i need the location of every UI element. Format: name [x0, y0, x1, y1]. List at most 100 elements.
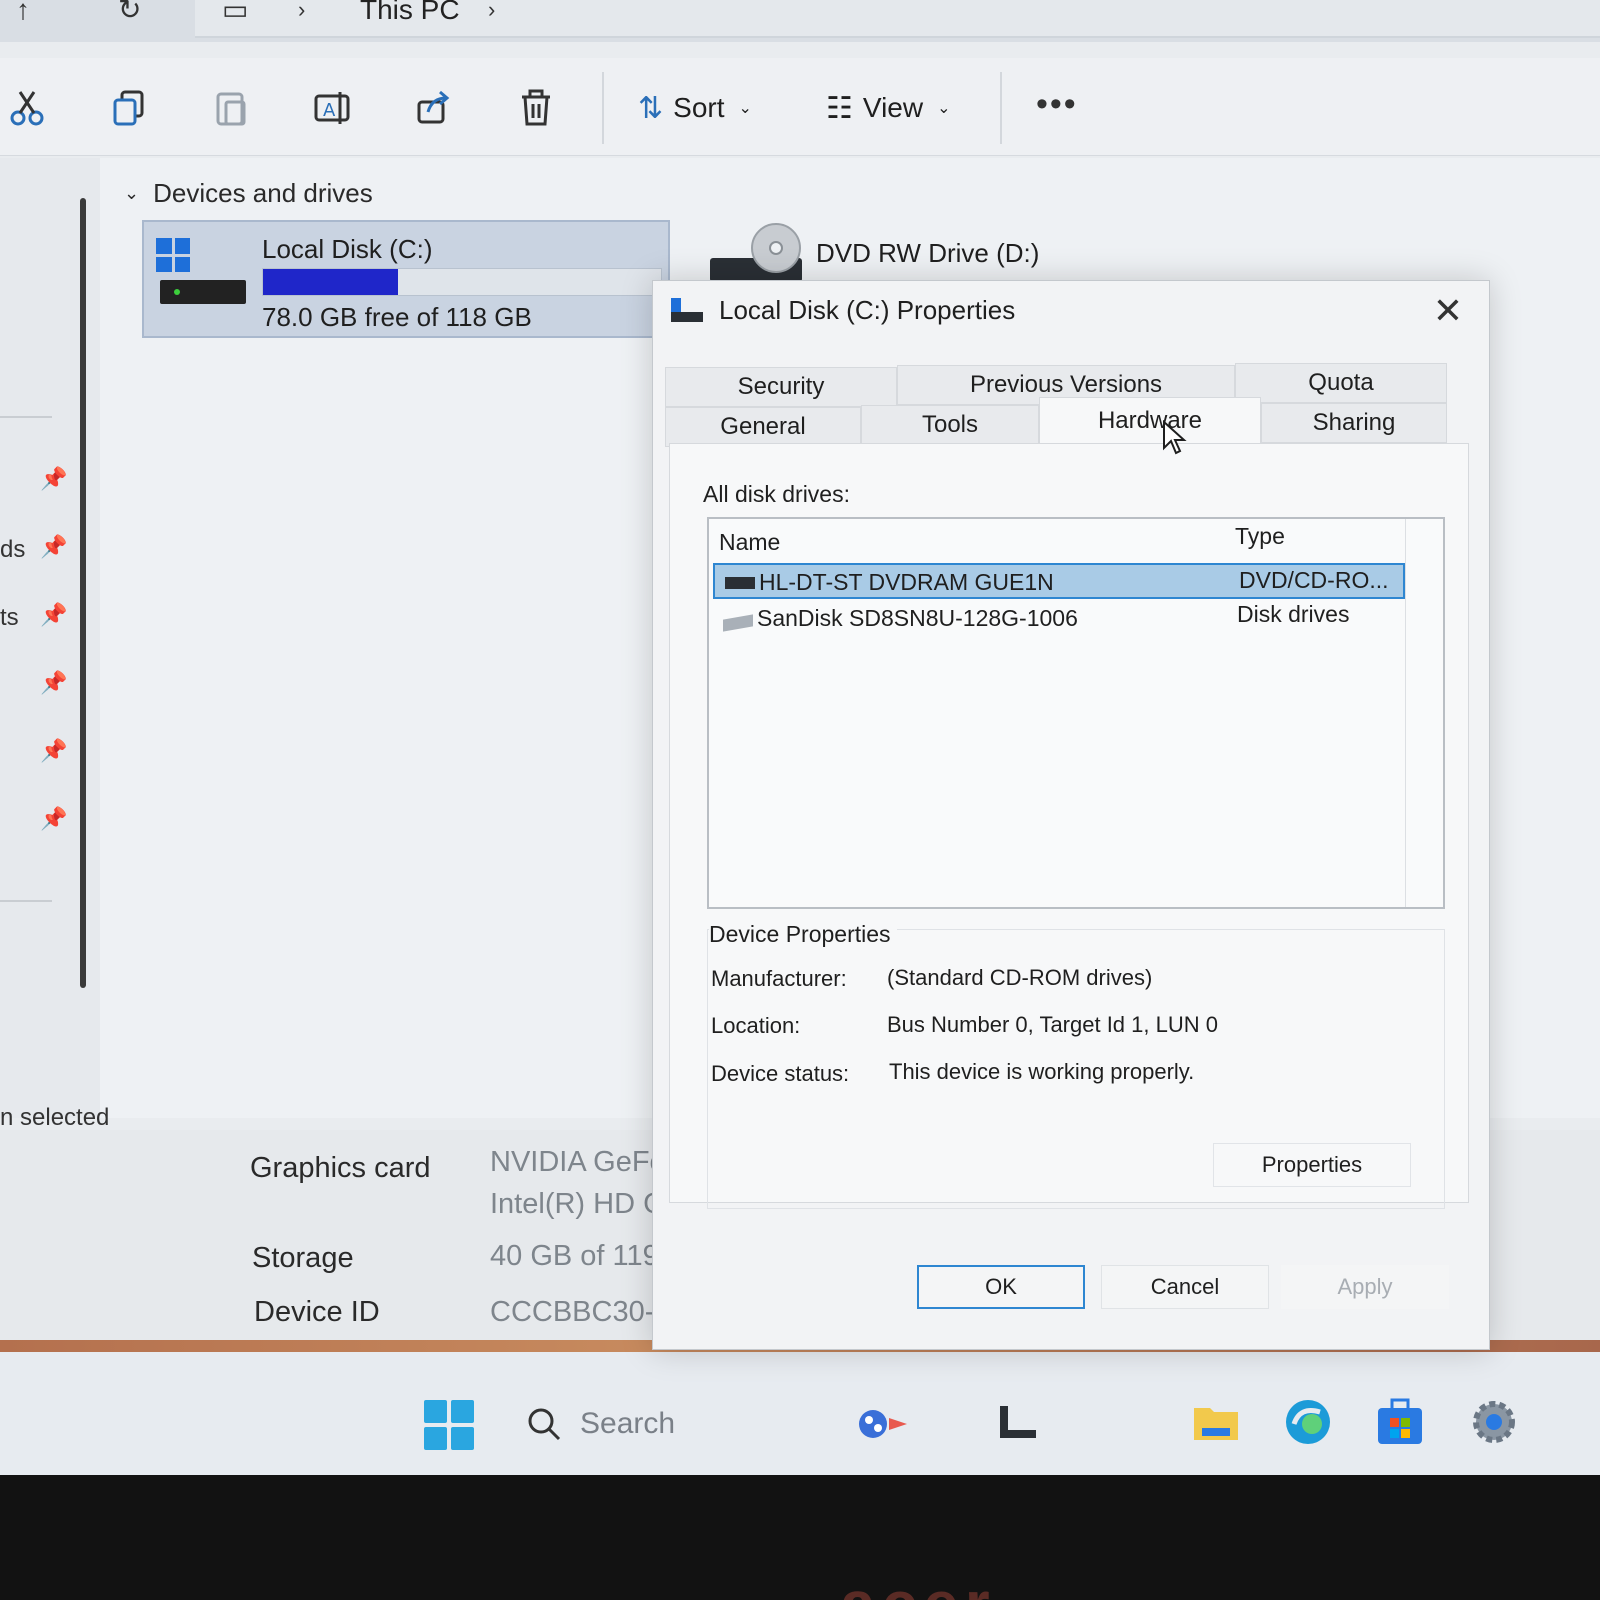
pin-icon[interactable]: 📌	[40, 806, 67, 832]
devices-group-header[interactable]: ⌄ Devices and drives	[124, 178, 373, 209]
nav-item-ts[interactable]: ts	[0, 604, 19, 632]
manufacturer-label: Manufacturer:	[711, 966, 847, 991]
location-label: Location:	[711, 1013, 801, 1038]
chevron-right-icon[interactable]: ›	[298, 0, 305, 21]
toolbar-separator	[1000, 72, 1002, 144]
spec-key: Graphics card	[250, 1152, 431, 1184]
column-header-type[interactable]: Type	[1235, 523, 1285, 550]
chevron-down-icon: ⌄	[738, 100, 752, 117]
up-arrow-icon[interactable]: ↑	[16, 0, 30, 24]
start-button[interactable]	[424, 1400, 474, 1450]
navigation-pane: 📌 ds 📌 ts 📌 📌 📌 📌	[0, 158, 100, 1118]
all-drives-label: All disk drives:	[703, 481, 850, 507]
mouse-cursor-icon	[1163, 420, 1187, 455]
dialog-title-bar[interactable]: Local Disk (C:) Properties	[671, 295, 1015, 326]
properties-dialog: Local Disk (C:) Properties ✕ Security Pr…	[652, 280, 1490, 1350]
search-highlight-icon	[859, 1410, 908, 1438]
device-properties-button[interactable]: Properties	[1213, 1143, 1411, 1187]
tab-tools[interactable]: Tools	[861, 405, 1039, 445]
status-bar-text: n selected	[0, 1104, 110, 1131]
tab-security[interactable]: Security	[665, 367, 897, 407]
paste-icon[interactable]	[212, 88, 252, 128]
task-view-icon[interactable]	[990, 1394, 1046, 1450]
spec-key: Device ID	[254, 1296, 380, 1328]
nav-divider	[0, 416, 52, 418]
search-placeholder: Search	[580, 1407, 676, 1440]
location-value: Bus Number 0, Target Id 1, LUN 0	[887, 1012, 1218, 1037]
nav-scrollbar[interactable]	[80, 198, 86, 988]
apply-button[interactable]: Apply	[1281, 1265, 1449, 1309]
more-options-button[interactable]: •••	[1036, 87, 1078, 121]
tab-sharing[interactable]: Sharing	[1261, 403, 1447, 443]
chevron-down-icon: ⌄	[124, 183, 140, 203]
manufacturer-value: (Standard CD-ROM drives)	[887, 965, 1153, 990]
drive-icon	[671, 297, 703, 324]
drive-type: DVD/CD-RO...	[1239, 567, 1389, 593]
sort-icon: ⇅	[638, 91, 664, 125]
list-item-disk-drive[interactable]: SanDisk SD8SN8U-128G-1006 Disk drives	[713, 601, 1405, 637]
nav-item-ds[interactable]: ds	[0, 536, 25, 564]
rename-icon[interactable]: A	[312, 88, 352, 128]
brand-logo: acer	[840, 1567, 996, 1600]
dvd-drive-icon	[710, 220, 802, 284]
dialog-title: Local Disk (C:) Properties	[719, 295, 1016, 325]
pin-icon[interactable]: 📌	[40, 670, 67, 696]
breadcrumb[interactable]: This PC	[360, 0, 460, 26]
dvd-drive-icon	[725, 577, 755, 589]
view-label: View	[862, 92, 924, 123]
sort-button[interactable]: ⇅ Sort ⌄	[638, 86, 752, 130]
drive-label: DVD RW Drive (D:)	[816, 238, 1040, 268]
copy-icon[interactable]	[110, 88, 150, 128]
address-bar: ↑ ↻ ▭ › This PC ›	[0, 0, 1600, 42]
toolbar-separator	[602, 72, 604, 144]
command-bar: A ⇅ Sort ⌄ ☷ View ⌄ •••	[0, 58, 1600, 156]
drive-label: Local Disk (C:)	[262, 234, 433, 264]
spec-value: Intel(R) HD G	[490, 1188, 666, 1220]
disk-drives-list[interactable]: Name Type HL-DT-ST DVDRAM GUE1N DVD/CD-R…	[707, 517, 1445, 909]
column-separator	[1405, 519, 1406, 907]
laptop-bezel: acer	[0, 1475, 1600, 1600]
pin-icon[interactable]: 📌	[40, 602, 67, 628]
hard-disk-icon	[160, 280, 246, 304]
microsoft-store-icon[interactable]	[1372, 1394, 1428, 1450]
drive-type: Disk drives	[1237, 601, 1350, 627]
monitor-icon: ▭	[222, 0, 249, 25]
drive-name: SanDisk SD8SN8U-128G-1006	[757, 605, 1078, 631]
chevron-right-icon[interactable]: ›	[488, 0, 495, 21]
taskbar: Search	[0, 1352, 1600, 1475]
cancel-button[interactable]: Cancel	[1101, 1265, 1269, 1309]
list-item-dvd-drive[interactable]: HL-DT-ST DVDRAM GUE1N DVD/CD-RO...	[713, 563, 1405, 599]
ok-button[interactable]: OK	[917, 1265, 1085, 1309]
spec-value: 40 GB of 119	[490, 1240, 659, 1272]
drive-usage-bar	[262, 268, 662, 296]
spec-value: CCCBBC30-D	[490, 1296, 676, 1328]
edge-browser-icon[interactable]	[1280, 1394, 1336, 1450]
tab-general[interactable]: General	[665, 407, 861, 447]
tab-quota[interactable]: Quota	[1235, 363, 1447, 403]
nav-divider	[0, 900, 52, 902]
group-header-label: Devices and drives	[153, 178, 373, 208]
pin-icon[interactable]: 📌	[40, 466, 67, 492]
column-header-name[interactable]: Name	[719, 529, 780, 556]
refresh-icon[interactable]: ↻	[118, 0, 141, 24]
device-status-label: Device status:	[711, 1061, 850, 1086]
cut-icon[interactable]	[8, 88, 48, 128]
pin-icon[interactable]: 📌	[40, 738, 67, 764]
search-icon	[528, 1408, 561, 1441]
device-status-value: This device is working properly.	[889, 1059, 1195, 1084]
share-icon[interactable]	[414, 88, 454, 128]
file-explorer-icon[interactable]	[1188, 1394, 1244, 1450]
view-icon: ☷	[826, 91, 853, 125]
close-button[interactable]: ✕	[1433, 291, 1463, 331]
tab-hardware[interactable]: Hardware	[1039, 397, 1261, 443]
drive-name: HL-DT-ST DVDRAM GUE1N	[759, 569, 1054, 595]
windows-logo-icon	[156, 238, 190, 272]
taskbar-search[interactable]: Search	[510, 1382, 930, 1466]
view-button[interactable]: ☷ View ⌄	[826, 86, 951, 130]
chevron-down-icon: ⌄	[937, 100, 951, 117]
drive-tile-c[interactable]: Local Disk (C:) 78.0 GB free of 118 GB	[142, 220, 670, 338]
delete-icon[interactable]	[516, 88, 556, 128]
pin-icon[interactable]: 📌	[40, 534, 67, 560]
svg-text:A: A	[323, 100, 336, 121]
settings-gear-icon[interactable]	[1466, 1394, 1522, 1450]
